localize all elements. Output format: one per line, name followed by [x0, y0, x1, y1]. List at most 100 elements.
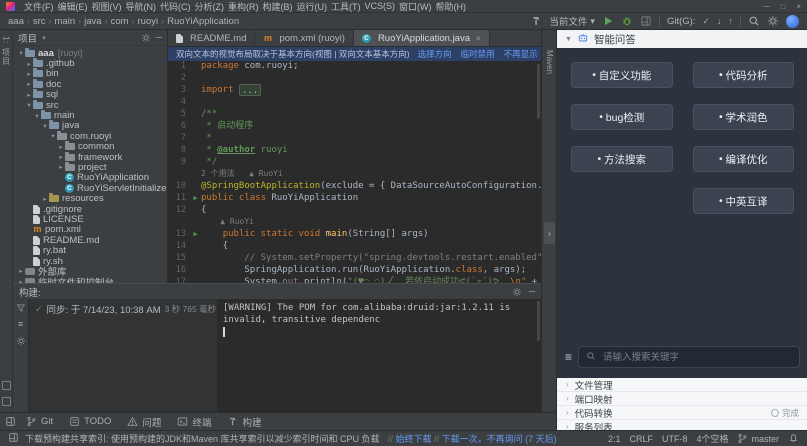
assistant-action-button[interactable]: 自定义功能 — [571, 62, 673, 88]
user-avatar[interactable] — [786, 15, 799, 28]
tool-window-stub-icon[interactable] — [2, 397, 11, 406]
breadcrumb-item[interactable]: com — [111, 16, 129, 27]
expander-icon[interactable]: ▾ — [49, 132, 57, 140]
expander-icon[interactable]: ▸ — [57, 143, 65, 151]
run-gutter-icon[interactable]: ▶ — [190, 192, 201, 204]
code-area[interactable]: 1package com.ruoyi;23import ...45/**6 * … — [168, 60, 541, 283]
chevron-down-icon[interactable]: ▾ — [40, 34, 48, 42]
editor-scrollbar[interactable] — [537, 64, 540, 119]
encoding-indicator[interactable]: UTF-8 — [662, 434, 688, 444]
window-minimize-button[interactable]: ─ — [764, 2, 770, 11]
build-log[interactable]: [WARNING] The POM for com.alibaba:druid:… — [217, 299, 541, 412]
build-sync-row[interactable]: ✓ 同步: 于 7/14/23, 10:38 AM 3 秒 765 毫秒 — [35, 302, 211, 316]
line-separator-indicator[interactable]: CRLF — [629, 434, 653, 444]
assistant-section[interactable]: ›端口映射 — [557, 392, 807, 406]
assistant-section[interactable]: ›服务列表 — [557, 420, 807, 430]
expander-icon[interactable]: ▸ — [25, 80, 33, 88]
tree-item[interactable]: .gitignore — [13, 204, 167, 214]
tree-item[interactable]: ▸doc — [13, 79, 167, 89]
soft-wrap-icon[interactable]: ≡ — [18, 320, 23, 329]
window-maximize-button[interactable]: □ — [780, 2, 785, 11]
tool-windows-icon[interactable] — [5, 416, 16, 427]
tool-window-stub-icon[interactable] — [2, 381, 11, 390]
assistant-action-button[interactable]: 方法搜索 — [571, 146, 673, 172]
menu-item[interactable]: 工具(T) — [329, 0, 363, 13]
tree-item[interactable]: ▾java — [13, 121, 167, 131]
tree-item[interactable]: ▸common — [13, 142, 167, 152]
assistant-action-button[interactable]: 编译优化 — [693, 146, 795, 172]
tool-window-button-git[interactable]: Git — [20, 416, 59, 427]
menu-item[interactable]: 导航(N) — [124, 0, 159, 13]
tree-item[interactable]: ▸bin — [13, 69, 167, 79]
hide-panel-icon[interactable]: ─ — [156, 33, 162, 42]
breadcrumb-item[interactable]: java — [84, 16, 101, 27]
assistant-action-button[interactable]: 中英互译 — [693, 188, 795, 214]
run-button[interactable] — [602, 15, 614, 27]
tool-window-button-问题[interactable]: 问题 — [121, 415, 167, 429]
expander-icon[interactable]: ▸ — [25, 60, 33, 68]
tool-window-button-maven[interactable]: Maven — [545, 50, 554, 74]
tool-window-button-构建[interactable]: 构建 — [221, 415, 267, 429]
tree-item[interactable]: ▸framework — [13, 152, 167, 162]
notifications-icon[interactable] — [788, 433, 799, 444]
build-project-icon[interactable] — [530, 15, 542, 27]
vcs-commit-icon[interactable]: ✓ — [702, 17, 710, 26]
menu-item[interactable]: 分析(Z) — [193, 0, 227, 13]
search-everywhere-icon[interactable] — [748, 15, 760, 27]
close-icon[interactable]: × — [476, 34, 481, 43]
hamburger-icon[interactable]: ≡ — [565, 351, 572, 363]
run-configuration-select[interactable]: 当前文件▾ — [549, 14, 595, 28]
expander-icon[interactable]: ▸ — [17, 267, 25, 275]
menu-item[interactable]: 视图(V) — [90, 0, 124, 13]
caret-position[interactable]: 2:1 — [608, 434, 621, 444]
build-log-scrollbar[interactable] — [537, 301, 540, 341]
expander-icon[interactable]: ▸ — [25, 70, 33, 78]
banner-action-link[interactable]: 选择方向 — [418, 48, 452, 60]
chevron-right-icon[interactable]: › — [566, 394, 569, 403]
tree-item[interactable]: ry.sh — [13, 256, 167, 266]
hide-panel-icon[interactable]: ─ — [529, 287, 535, 296]
tree-item[interactable]: ▾main — [13, 110, 167, 120]
expander-icon[interactable]: ▾ — [33, 112, 41, 120]
breadcrumb-item[interactable]: src — [33, 16, 46, 27]
tool-windows-toggle-icon[interactable] — [8, 432, 19, 443]
run-gutter-icon[interactable]: ▶ — [190, 228, 201, 240]
banner-action-link[interactable]: 不再显示 — [504, 48, 538, 60]
status-action-link[interactable]: 下载一次，不再询问 (7 天后) — [442, 432, 557, 445]
chevron-down-icon[interactable]: ▼ — [565, 36, 572, 43]
menu-item[interactable]: 编辑(E) — [56, 0, 90, 13]
tree-item[interactable]: ▸resources — [13, 193, 167, 203]
breadcrumb-item[interactable]: aaa — [8, 16, 24, 27]
menu-item[interactable]: 运行(U) — [295, 0, 330, 13]
assistant-header[interactable]: ▼ 智能问答 — [557, 30, 807, 49]
assistant-section[interactable]: ›代码转换完成 — [557, 406, 807, 420]
assistant-search-input[interactable] — [601, 351, 792, 364]
git-widget-label[interactable]: Git(G): — [667, 16, 696, 27]
assistant-action-button[interactable]: bug检测 — [571, 104, 673, 130]
tree-item[interactable]: LICENSE — [13, 214, 167, 224]
git-branch-widget[interactable]: master — [737, 433, 779, 444]
assistant-section[interactable]: ›文件管理 — [557, 378, 807, 392]
folded-region[interactable]: ... — [239, 84, 261, 96]
assistant-action-button[interactable]: 代码分析 — [693, 62, 795, 88]
expander-icon[interactable]: ▾ — [17, 49, 25, 57]
menu-item[interactable]: 帮助(H) — [434, 0, 469, 13]
tree-item[interactable]: ry.bat — [13, 245, 167, 255]
tree-item[interactable]: README.md — [13, 235, 167, 245]
breadcrumb-item[interactable]: ruoyi — [138, 16, 159, 27]
editor-tab[interactable]: CRuoYiApplication.java× — [354, 30, 490, 46]
assistant-action-button[interactable]: 学术润色 — [693, 104, 795, 130]
menu-item[interactable]: 构建(B) — [261, 0, 295, 13]
window-close-button[interactable]: × — [796, 2, 801, 11]
chevron-right-icon[interactable]: › — [566, 422, 569, 430]
tree-item[interactable]: ▾aaa[ruoyi] — [13, 48, 167, 58]
tree-item[interactable]: ▸sql — [13, 90, 167, 100]
expander-icon[interactable]: ▾ — [25, 101, 33, 109]
status-action-link[interactable]: 始终下载 — [396, 432, 432, 445]
tree-item[interactable]: CRuoYiApplication — [13, 173, 167, 183]
tree-item[interactable]: ▾src — [13, 100, 167, 110]
build-options-icon[interactable] — [16, 336, 26, 346]
settings-icon[interactable] — [767, 15, 779, 27]
menu-item[interactable]: 代码(C) — [158, 0, 193, 13]
menu-item[interactable]: VCS(S) — [363, 1, 398, 11]
